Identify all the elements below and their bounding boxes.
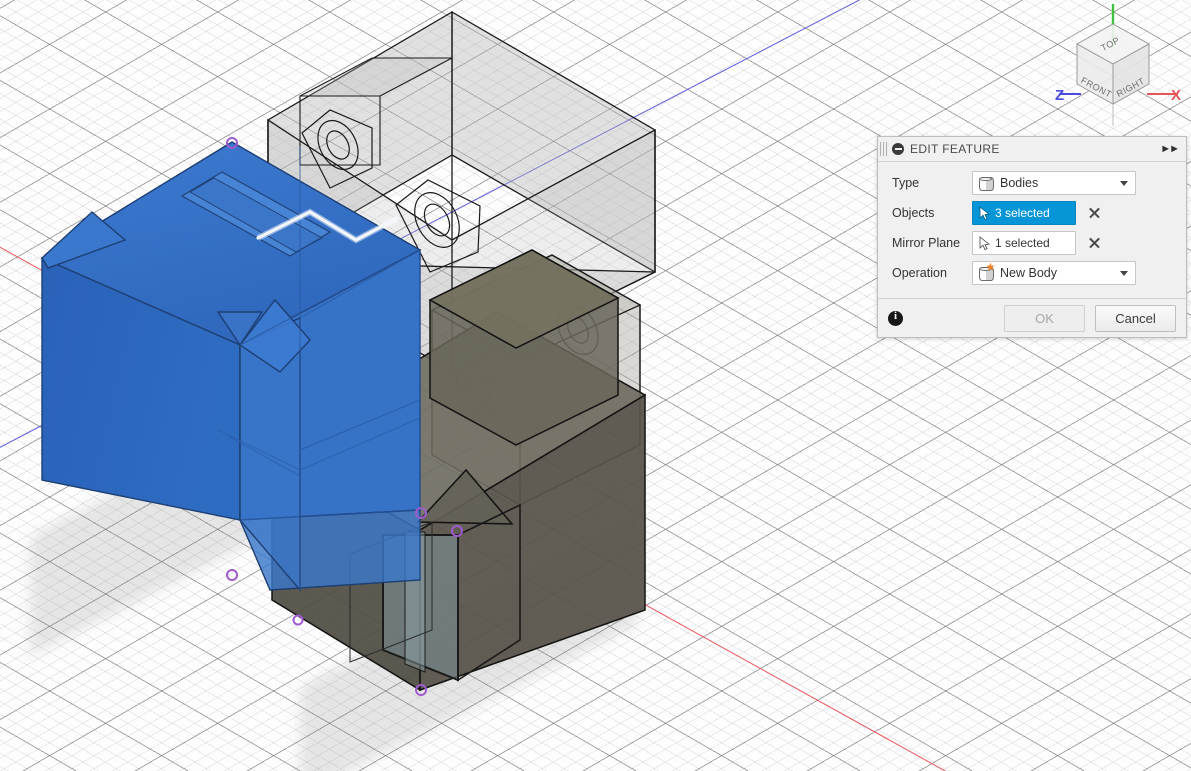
operation-dropdown[interactable]: New Body xyxy=(972,261,1136,285)
objects-selector-value: 3 selected xyxy=(995,206,1050,220)
body-cylinder-icon xyxy=(978,176,993,191)
row-operation: Operation New Body xyxy=(878,259,1186,287)
cad-viewport[interactable]: TOP FRONT RIGHT Z X xyxy=(0,0,1191,771)
row-type: Type Bodies xyxy=(878,169,1186,197)
operation-dropdown-value: New Body xyxy=(1000,266,1120,280)
info-icon[interactable] xyxy=(888,311,903,326)
cursor-arrow-icon xyxy=(978,236,991,251)
viewcube-axis-label-x: X xyxy=(1171,87,1181,104)
ok-button[interactable]: OK xyxy=(1004,305,1085,332)
chevron-double-right-icon[interactable]: ►► xyxy=(1160,144,1180,155)
chevron-down-icon xyxy=(1120,271,1128,276)
panel-drag-grip[interactable] xyxy=(880,142,888,156)
chevron-down-icon xyxy=(1120,181,1128,186)
row-objects: Objects 3 selected xyxy=(878,199,1186,227)
label-type: Type xyxy=(892,176,972,190)
panel-body: Type Bodies Objects 3 selected Mirror xyxy=(878,162,1186,298)
model-geometry[interactable] xyxy=(0,0,1191,771)
mirror-plane-selector[interactable]: 1 selected xyxy=(972,231,1076,255)
panel-header[interactable]: EDIT FEATURE ►► xyxy=(878,137,1186,162)
cursor-arrow-icon xyxy=(978,206,991,221)
view-cube[interactable]: TOP FRONT RIGHT Z X xyxy=(1045,2,1185,130)
new-body-icon xyxy=(978,266,993,281)
type-dropdown-value: Bodies xyxy=(1000,176,1120,190)
label-operation: Operation xyxy=(892,266,972,280)
label-mirror-plane: Mirror Plane xyxy=(892,236,972,250)
row-mirror-plane: Mirror Plane 1 selected xyxy=(878,229,1186,257)
label-objects: Objects xyxy=(892,206,972,220)
cancel-button[interactable]: Cancel xyxy=(1095,305,1176,332)
mirror-plane-selector-value: 1 selected xyxy=(995,236,1050,250)
collapse-icon[interactable] xyxy=(892,143,904,155)
objects-selector[interactable]: 3 selected xyxy=(972,201,1076,225)
type-dropdown[interactable]: Bodies xyxy=(972,171,1136,195)
viewcube-axis-label-z: Z xyxy=(1055,87,1064,104)
clear-objects-icon[interactable] xyxy=(1087,206,1102,221)
panel-title: EDIT FEATURE xyxy=(910,142,1160,156)
edit-feature-panel[interactable]: EDIT FEATURE ►► Type Bodies Objects 3 se… xyxy=(877,136,1187,338)
panel-footer: OK Cancel xyxy=(878,298,1186,337)
clear-mirror-plane-icon[interactable] xyxy=(1087,236,1102,251)
